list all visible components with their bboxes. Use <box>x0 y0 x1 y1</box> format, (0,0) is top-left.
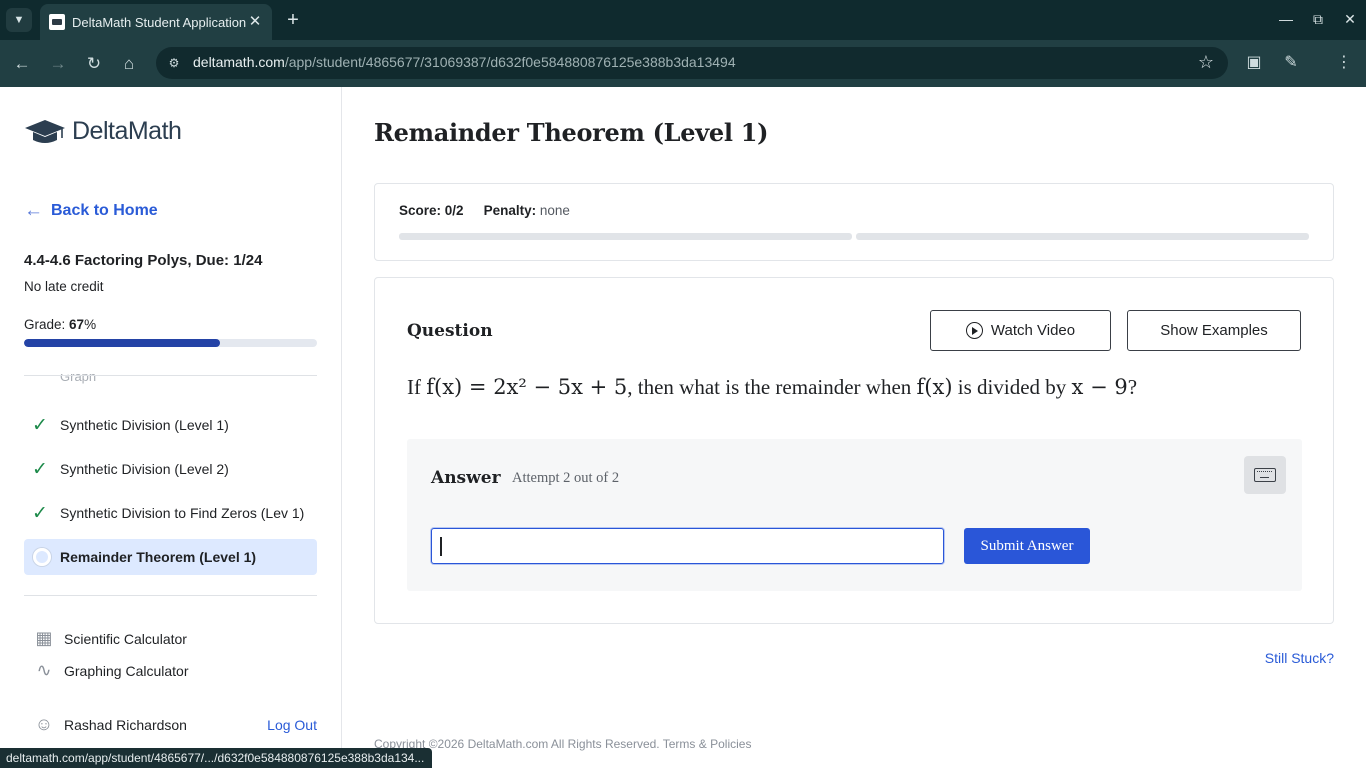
graphing-calculator-label: Graphing Calculator <box>64 662 189 679</box>
status-bar-url: deltamath.com/app/student/4865677/.../d6… <box>0 748 433 768</box>
site-info-icon[interactable]: ⚙ <box>166 55 182 71</box>
skill-item-synthetic-division-2[interactable]: ✓ Synthetic Division (Level 2) <box>24 451 317 487</box>
restore-icon[interactable]: ⧉ <box>1306 8 1330 30</box>
logo[interactable]: DeltaMath <box>24 117 182 146</box>
penalty-value: none <box>539 203 570 218</box>
skill-label: Synthetic Division to Find Zeros (Lev 1) <box>60 505 305 521</box>
arrow-left-icon: ← <box>24 200 43 221</box>
watch-video-button[interactable]: Watch Video <box>930 310 1111 351</box>
skill-item-synthetic-division-1[interactable]: ✓ Synthetic Division (Level 1) <box>24 407 317 443</box>
assignment-title: 4.4-4.6 Factoring Polys, Due: 1/24 <box>24 252 263 269</box>
show-examples-label: Show Examples <box>1160 322 1268 339</box>
grade-progress-fill <box>24 339 221 347</box>
divider <box>24 595 317 596</box>
score-value: 0/2 <box>444 203 464 218</box>
new-tab-button[interactable]: + <box>282 8 304 32</box>
skill-label: Synthetic Division (Level 1) <box>60 417 229 433</box>
user-row: ☺ Rashad Richardson Log Out <box>32 714 317 735</box>
log-out-link[interactable]: Log Out <box>267 717 317 733</box>
page-title: Remainder Theorem (Level 1) <box>374 118 769 147</box>
close-tab-icon[interactable]: ✕ <box>246 13 264 31</box>
browser-toolbar: ← → ↻ ⌂ ⚙ deltamath.com/app/student/4865… <box>0 40 1366 87</box>
attempt-bar-1 <box>399 233 852 240</box>
skill-label: Remainder Theorem (Level 1) <box>60 549 257 565</box>
scientific-calculator-link[interactable]: ▦ Scientific Calculator <box>32 628 187 649</box>
show-examples-button[interactable]: Show Examples <box>1127 310 1301 351</box>
math-fx: f(x) <box>916 375 953 399</box>
check-icon: ✓ <box>32 458 48 480</box>
divider <box>24 375 317 376</box>
back-to-home-link[interactable]: ← Back to Home <box>24 200 158 222</box>
question-text: If f(x) = 2x² − 5x + 5, then what is the… <box>407 375 1138 399</box>
answer-input[interactable] <box>431 528 944 564</box>
forward-arrow-icon[interactable]: → <box>45 51 71 77</box>
tab-title: DeltaMath Student Application <box>72 14 247 30</box>
close-window-icon[interactable]: ✕ <box>1338 8 1362 30</box>
more-menu-icon[interactable]: ⋮ <box>1333 52 1355 74</box>
attempt-bar-2 <box>856 233 1309 240</box>
back-to-home-label: Back to Home <box>51 202 158 219</box>
text-caret <box>440 537 442 556</box>
answer-heading: Answer <box>431 468 501 488</box>
answer-panel: Answer Attempt 2 out of 2 Submit Answer <box>407 439 1302 591</box>
back-arrow-icon[interactable]: ← <box>9 51 35 77</box>
user-icon: ☺ <box>34 714 54 734</box>
late-credit-text: No late credit <box>24 279 104 294</box>
scientific-calculator-label: Scientific Calculator <box>64 630 187 647</box>
check-icon: ✓ <box>32 414 48 436</box>
tab-search-button[interactable]: ▼ <box>6 8 32 32</box>
browser-tab[interactable]: DeltaMath Student Application ✕ <box>40 4 272 40</box>
math-divisor: x − 9 <box>1071 375 1128 399</box>
user-name: Rashad Richardson <box>64 716 187 733</box>
play-circle-icon <box>965 322 983 339</box>
calculator-icon: ▦ <box>35 628 53 648</box>
extensions-icon[interactable]: ✎ <box>1280 52 1302 74</box>
logo-text: DeltaMath <box>72 117 182 145</box>
reading-mode-icon[interactable]: ▣ <box>1243 52 1265 74</box>
favicon-icon <box>49 14 65 30</box>
browser-titlebar: ▼ DeltaMath Student Application ✕ + — ⧉ … <box>0 0 1366 40</box>
question-card: Question Watch Video Show Examples If f(… <box>374 277 1334 624</box>
bookmark-star-icon[interactable]: ☆ <box>1198 52 1214 73</box>
score-line: Score: 0/2 Penalty: none <box>399 203 570 218</box>
grade-text: Grade: 67% <box>24 317 97 332</box>
reload-icon[interactable]: ↻ <box>81 51 107 77</box>
keyboard-icon <box>1254 468 1276 482</box>
keyboard-toggle-button[interactable] <box>1244 456 1286 494</box>
address-bar[interactable]: ⚙ deltamath.com/app/student/4865677/3106… <box>156 47 1228 79</box>
url-text[interactable]: deltamath.com/app/student/4865677/310693… <box>193 54 736 70</box>
score-card: Score: 0/2 Penalty: none <box>374 183 1334 261</box>
check-icon: ✓ <box>32 502 48 524</box>
still-stuck-link[interactable]: Still Stuck? <box>1265 650 1334 666</box>
minimize-icon[interactable]: — <box>1274 8 1298 30</box>
question-heading: Question <box>407 321 493 341</box>
progress-circle-icon <box>33 548 51 566</box>
sidebar: DeltaMath ← Back to Home 4.4-4.6 Factori… <box>0 87 342 768</box>
graduation-cap-icon <box>25 119 65 143</box>
graph-curve-icon: ∿ <box>36 660 52 680</box>
submit-answer-button[interactable]: Submit Answer <box>964 528 1090 564</box>
skill-item-synthetic-division-zeros[interactable]: ✓ Synthetic Division to Find Zeros (Lev … <box>24 495 317 531</box>
math-function: f(x) = 2x² − 5x + 5 <box>426 375 628 399</box>
watch-video-label: Watch Video <box>990 322 1076 339</box>
graphing-calculator-link[interactable]: ∿ Graphing Calculator <box>32 660 189 681</box>
home-icon[interactable]: ⌂ <box>116 51 142 77</box>
skill-label: Synthetic Division (Level 2) <box>60 461 229 477</box>
attempt-counter: Attempt 2 out of 2 <box>512 470 620 486</box>
grade-progress-bar <box>24 339 317 347</box>
chevron-down-icon: ▼ <box>13 14 25 26</box>
skill-item-remainder-theorem[interactable]: Remainder Theorem (Level 1) <box>24 539 317 575</box>
